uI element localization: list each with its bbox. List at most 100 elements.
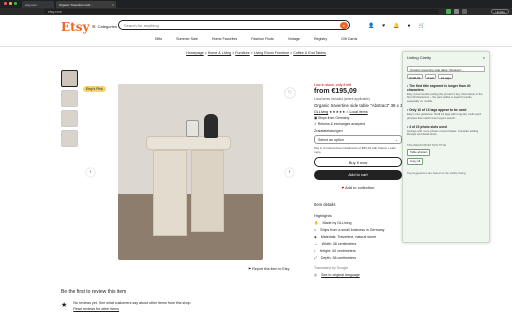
- table-leg: [153, 150, 187, 236]
- truck-icon: ▣: [314, 116, 318, 120]
- favorites-heart-icon[interactable]: ♥: [382, 23, 385, 29]
- stock-status: Low in stock, only 8 left: [314, 83, 352, 87]
- search-placeholder: Search for anything: [124, 23, 159, 28]
- search-input[interactable]: Search for anything ⌕: [118, 20, 350, 30]
- nav-item-vintage[interactable]: Vintage: [288, 37, 300, 45]
- avatar[interactable]: ●: [407, 23, 410, 29]
- window-controls[interactable]: [4, 2, 17, 5]
- tags-field[interactable]: 13 tags: [438, 74, 454, 80]
- extension-icon[interactable]: [454, 9, 459, 14]
- other-reviews-link[interactable]: Read reviews for other items: [73, 307, 191, 311]
- highlight-item: ⌂ Ships from a small business in Germany: [314, 228, 402, 232]
- panel-finding: • The first title segment is longer than…: [407, 84, 485, 103]
- panel-title-field[interactable]: Organic travertine side table "Abstract"…: [407, 66, 485, 72]
- highlight-text: Materials: Travertine, natural stone: [320, 235, 377, 239]
- add-to-cart-button[interactable]: Add to cart: [314, 170, 402, 180]
- table-leg: [191, 150, 224, 232]
- table-top: [146, 136, 231, 150]
- profile-icon[interactable]: [462, 9, 467, 14]
- option-select[interactable]: Select an option ⌄: [314, 135, 402, 144]
- breadcrumb-link[interactable]: Furniture: [235, 51, 249, 55]
- original-language-link[interactable]: ◎ See in original language: [314, 273, 402, 277]
- nav-item-home-favorites[interactable]: Home Favorites: [212, 37, 237, 45]
- breadcrumb-link[interactable]: Home & Living: [208, 51, 231, 55]
- listing-clarity-extension-icon[interactable]: [446, 9, 451, 14]
- nav-item-gift-cards[interactable]: Gift Cards: [341, 37, 357, 45]
- breadcrumb-link[interactable]: Homepage: [186, 51, 204, 55]
- thumbnail-image[interactable]: [61, 110, 78, 127]
- search-icon[interactable]: ⌕: [340, 21, 348, 29]
- reviews-section: Be the first to review this item ★ No re…: [61, 289, 271, 311]
- notifications-bell-icon[interactable]: 🔔: [393, 23, 399, 29]
- browser-tab-product[interactable]: Organic Travertine Coff... ✕: [56, 1, 116, 8]
- ruler-icon: ↕: [314, 249, 316, 253]
- buy-now-button[interactable]: Buy it now: [314, 157, 402, 167]
- next-image-arrow-icon[interactable]: ›: [285, 168, 294, 177]
- ruler-icon: ↔: [314, 242, 318, 246]
- product-info: Low in stock, only 8 left from €195,09 L…: [314, 83, 402, 277]
- highlight-item: ↕ Height: 40 centimeters: [314, 249, 402, 253]
- thumbnail-image[interactable]: [61, 70, 78, 87]
- tag-chip[interactable]: Table abstract: [407, 148, 431, 156]
- tax-note: Local taxes included (where applicable): [314, 97, 370, 101]
- nav-item-gifts[interactable]: Gifts: [155, 37, 162, 45]
- header-actions: 👤 ♥ 🔔 ● 🛒: [368, 23, 425, 29]
- previous-image-arrow-icon[interactable]: ‹: [86, 168, 95, 177]
- etsy-pick-badge: Etsy's Pick: [83, 86, 106, 92]
- extension-icons: [446, 9, 467, 14]
- copy-all-button[interactable]: Copy all: [407, 157, 424, 165]
- store-icon: ⌂: [314, 228, 317, 232]
- highlight-item: ◈ Materials: Travertine, natural stone: [314, 235, 402, 239]
- stock-field[interactable]: 8 left: [424, 74, 437, 80]
- tab-label: etsy.com: [25, 3, 37, 7]
- highlight-item: ↔ Width: 38 centimeters: [314, 242, 402, 246]
- item-details-heading[interactable]: Item details: [314, 202, 402, 207]
- product-main-image[interactable]: [118, 84, 263, 260]
- breadcrumb-link[interactable]: Coffee & End Tables: [293, 51, 326, 55]
- panel-finding: • 4 of 10 photo slots used Listings with…: [407, 125, 485, 137]
- returns-text: Returns & exchanges accepted: [317, 122, 365, 126]
- maximize-window-icon[interactable]: [14, 2, 17, 5]
- etsy-logo[interactable]: Etsy: [61, 20, 89, 34]
- nav-item-summer-sale[interactable]: Summer Sale: [176, 37, 198, 45]
- thumbnail-image[interactable]: [61, 90, 78, 107]
- price-field[interactable]: €195,09: [407, 74, 423, 80]
- product-title: Organic travertine side table "Abstract"…: [314, 103, 402, 108]
- close-window-icon[interactable]: [4, 2, 7, 5]
- browser-tab-etsy[interactable]: etsy.com: [22, 1, 54, 8]
- favorite-heart-icon[interactable]: ♡: [285, 88, 295, 98]
- hand-icon: ✋: [314, 221, 319, 225]
- klarna-note: Pay in 3 interest-free instalments of €6…: [314, 146, 397, 154]
- ruler-icon: ⤢: [314, 256, 317, 260]
- minimize-window-icon[interactable]: [9, 2, 12, 5]
- finding-title: • The first title segment is longer than…: [407, 84, 471, 92]
- ships-from-text: Ships from Germany: [318, 116, 350, 120]
- nav-item-fashion-finds[interactable]: Fashion Finds: [251, 37, 274, 45]
- cart-icon[interactable]: 🛒: [418, 23, 424, 29]
- tab-label: Organic Travertine Coff...: [59, 3, 93, 7]
- thumbnail-image[interactable]: [61, 130, 78, 147]
- browser-toolbar: etsy.com Update: [0, 8, 512, 15]
- panel-finding: • Only 10 of 13 tags appear to be used E…: [407, 108, 485, 120]
- header-divider: [0, 46, 512, 47]
- address-bar[interactable]: etsy.com: [44, 9, 439, 14]
- close-tab-icon[interactable]: ✕: [111, 3, 114, 7]
- report-item-link[interactable]: ⚑ Report this item to Etsy: [248, 267, 289, 271]
- seller-link[interactable]: GLLiving: [314, 110, 328, 114]
- update-button[interactable]: Update: [491, 9, 509, 14]
- add-to-collection-button[interactable]: ♥ Add to collection: [314, 183, 402, 193]
- local-items-link[interactable]: Local items: [349, 110, 367, 114]
- url-text: etsy.com: [48, 10, 62, 14]
- no-reviews-box: ★ No reviews yet. See what customers say…: [61, 301, 271, 311]
- panel-footer: Tag suggestions are based on the visible…: [407, 170, 467, 175]
- ships-from: ▣ Ships from Germany: [314, 116, 402, 120]
- user-icon[interactable]: 👤: [368, 23, 374, 29]
- close-icon[interactable]: ×: [483, 55, 485, 60]
- panel-title: Listing Clarity: [407, 55, 432, 60]
- categories-button[interactable]: ☰ Categories: [92, 24, 117, 29]
- select-placeholder: Select an option: [318, 138, 344, 142]
- nav-item-registry[interactable]: Registry: [314, 37, 327, 45]
- breadcrumb-link[interactable]: Living Room Furniture: [254, 51, 289, 55]
- panel-header: Listing Clarity ×: [407, 55, 485, 60]
- star-icon: ★: [61, 302, 68, 309]
